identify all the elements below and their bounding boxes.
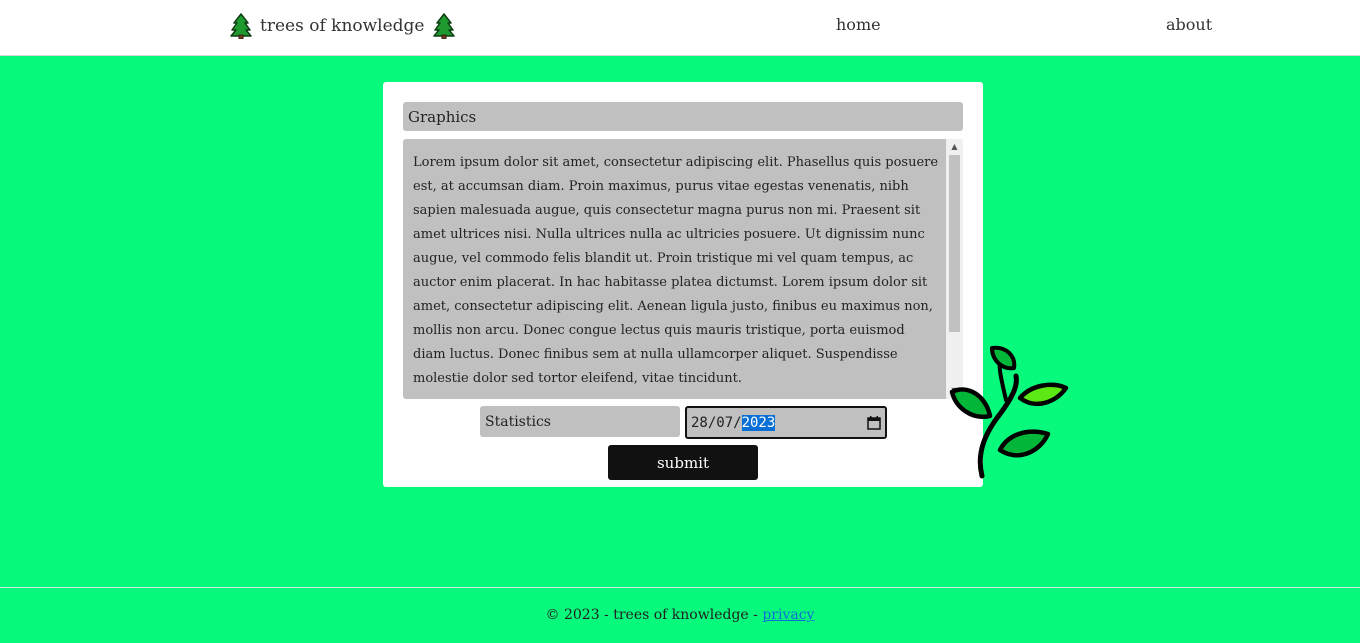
post-form-card: Lorem ipsum dolor sit amet, consectetur …	[383, 82, 983, 487]
scroll-up-icon[interactable]: ▲	[946, 140, 963, 154]
calendar-icon[interactable]	[867, 415, 881, 430]
footer-text: © 2023 - trees of knowledge -	[545, 607, 763, 623]
date-input[interactable]: 28/07/2023	[685, 406, 887, 439]
tree-icon	[432, 13, 455, 39]
body-textarea[interactable]: Lorem ipsum dolor sit amet, consectetur …	[403, 139, 963, 399]
scroll-thumb[interactable]	[949, 155, 960, 332]
site-footer: © 2023 - trees of knowledge - privacy	[0, 607, 1360, 623]
date-year-selected: 2023	[741, 414, 776, 431]
brand[interactable]: trees of knowledge	[230, 12, 455, 40]
nav-home-link[interactable]: home	[836, 15, 881, 34]
date-day-month: 28/07/	[691, 414, 742, 431]
footer-divider	[0, 587, 1360, 588]
nav-about-link[interactable]: about	[1166, 15, 1212, 34]
privacy-link[interactable]: privacy	[762, 607, 814, 623]
title-input[interactable]	[403, 102, 963, 131]
body-text: Lorem ipsum dolor sit amet, consectetur …	[413, 155, 939, 386]
submit-button[interactable]: submit	[608, 445, 758, 480]
brand-title: trees of knowledge	[260, 16, 425, 36]
tree-icon	[230, 13, 252, 39]
leaf-illustration	[949, 345, 1069, 479]
site-header: trees of knowledge home about	[0, 0, 1360, 56]
category-input[interactable]	[480, 406, 680, 437]
